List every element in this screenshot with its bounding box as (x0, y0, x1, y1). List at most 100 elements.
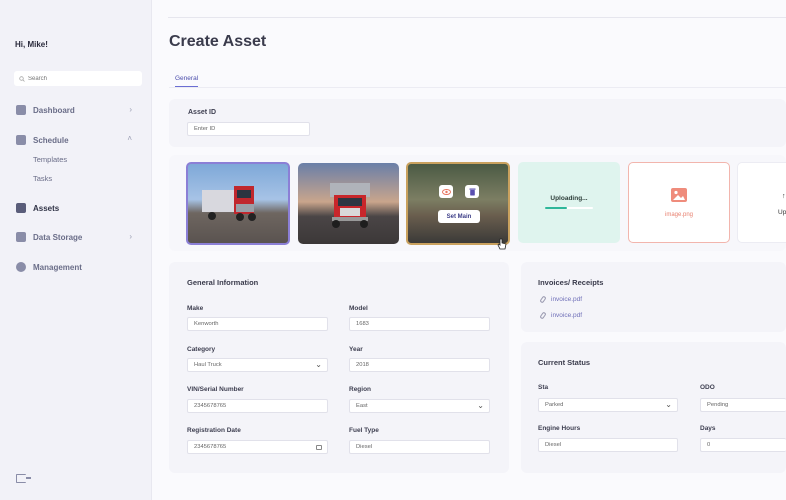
set-main-button[interactable]: Set Main (438, 210, 480, 223)
region-select[interactable]: East ⌄ (349, 399, 490, 413)
model-value: 1683 (356, 321, 369, 327)
sidebar-item-schedule[interactable]: Schedule ˄ (16, 133, 134, 147)
view-image-button[interactable] (439, 185, 453, 198)
uploading-text: Uploading... (550, 195, 588, 202)
page-title: Create Asset (169, 33, 267, 50)
status-select[interactable]: Parked ⌄ (538, 398, 678, 412)
odo-field[interactable]: Pending (700, 398, 786, 412)
status-label: Sta (538, 384, 549, 391)
odo-value: Pending (707, 402, 729, 408)
image-file-name: image.png (664, 212, 694, 218)
user-icon (16, 262, 26, 272)
fuel-type-field[interactable]: Diesel (349, 440, 490, 454)
truck-photo (202, 186, 256, 221)
registration-date-label: Registration Date (187, 427, 241, 434)
document-icon (16, 203, 26, 213)
search-input[interactable] (28, 75, 138, 82)
folder-icon (16, 232, 26, 242)
eye-icon (441, 188, 451, 195)
registration-date-value: 2345678765 (194, 444, 227, 450)
sidebar-item-management[interactable]: Management (16, 260, 134, 274)
model-label: Model (349, 305, 368, 312)
chevron-down-icon: ⌄ (315, 360, 322, 369)
current-status-card: Current Status Sta Parked ⌄ ODO Pending E… (521, 342, 786, 473)
tabs-bar: General (169, 72, 786, 88)
logout-icon[interactable] (16, 474, 31, 483)
engine-hours-value: Diesel (545, 442, 562, 448)
engine-hours-label: Engine Hours (538, 425, 581, 432)
asset-id-card: Asset ID Enter ID (169, 99, 786, 147)
trash-icon (469, 188, 475, 195)
upload-label: Up (778, 209, 786, 216)
image-file-card[interactable]: image.png (628, 162, 730, 243)
region-value: East (356, 403, 368, 409)
sidebar-item-templates[interactable]: Templates (33, 155, 67, 164)
asset-id-label: Asset ID (188, 109, 217, 116)
calendar-icon[interactable] (316, 445, 322, 450)
truck-photo (330, 183, 370, 228)
search-icon (19, 75, 25, 82)
invoice-file-name: invoice.pdf (551, 296, 583, 303)
asset-image-1[interactable] (186, 162, 290, 245)
delete-image-button[interactable] (465, 185, 479, 198)
sidebar-item-data-storage[interactable]: Data Storage › (16, 230, 134, 244)
sidebar-item-tasks[interactable]: Tasks (33, 174, 52, 183)
greeting: Hi, Mike! (15, 40, 48, 49)
invoice-file[interactable]: invoice.pdf (539, 295, 583, 304)
region-label: Region (349, 386, 372, 393)
chevron-down-icon: ⌄ (477, 401, 484, 410)
general-info-title: General Information (187, 278, 259, 287)
chevron-down-icon: ⌄ (665, 400, 672, 409)
tab-general[interactable]: General (175, 75, 199, 87)
upload-progress-bar (545, 207, 593, 209)
asset-id-input[interactable]: Enter ID (187, 122, 310, 136)
sidebar-item-label: Schedule (33, 135, 69, 145)
upload-card[interactable]: ↑ Up (737, 162, 786, 243)
make-label: Make (187, 305, 204, 312)
invoice-file-name: invoice.pdf (551, 312, 583, 319)
year-value: 2018 (356, 362, 369, 368)
sidebar-item-dashboard[interactable]: Dashboard › (16, 103, 134, 117)
sidebar-item-label: Dashboard (33, 105, 75, 115)
year-field[interactable]: 2018 (349, 358, 490, 372)
model-field[interactable]: 1683 (349, 317, 490, 331)
make-field[interactable]: Kenworth (187, 317, 328, 331)
current-status-title: Current Status (538, 358, 591, 367)
sidebar-item-assets[interactable]: Assets (16, 201, 134, 215)
fuel-type-value: Diesel (356, 444, 373, 450)
calendar-icon (16, 135, 26, 145)
registration-date-field[interactable]: 2345678765 (187, 440, 328, 454)
make-value: Kenworth (194, 321, 219, 327)
vin-value: 2345678765 (194, 403, 227, 409)
days-value: 0 (707, 442, 711, 448)
fuel-type-label: Fuel Type (349, 427, 379, 434)
search-box[interactable] (14, 71, 142, 86)
engine-hours-field[interactable]: Diesel (538, 438, 678, 452)
days-field[interactable]: 0 (700, 438, 786, 452)
invoices-card: Invoices/ Receipts invoice.pdf invoice.p… (521, 262, 786, 332)
image-icon (671, 188, 687, 202)
upload-arrow-icon: ↑ (782, 193, 786, 200)
vin-label: VIN/Serial Number (187, 386, 244, 393)
category-label: Category (187, 346, 216, 353)
vin-field[interactable]: 2345678765 (187, 399, 328, 413)
invoices-title: Invoices/ Receipts (538, 278, 604, 287)
asset-image-2[interactable] (298, 163, 399, 244)
paperclip-icon (539, 311, 547, 320)
days-label: Days (700, 425, 716, 432)
odo-label: ODO (700, 384, 715, 391)
asset-image-3[interactable]: Set Main (406, 162, 510, 245)
chevron-right-icon: › (129, 105, 132, 114)
year-label: Year (349, 346, 363, 353)
category-value: Haul Truck (194, 362, 222, 368)
general-info-card: General Information Make Kenworth Model … (169, 262, 509, 473)
dashboard-icon (16, 105, 26, 115)
sidebar-item-label: Management (33, 262, 82, 272)
chevron-up-icon: ˄ (127, 134, 132, 143)
sidebar-item-label: Data Storage (33, 232, 83, 242)
invoice-file[interactable]: invoice.pdf (539, 311, 583, 320)
status-value: Parked (545, 402, 564, 408)
category-select[interactable]: Haul Truck ⌄ (187, 358, 328, 372)
asset-id-placeholder: Enter ID (194, 126, 216, 132)
sidebar-item-label: Assets (33, 203, 60, 213)
